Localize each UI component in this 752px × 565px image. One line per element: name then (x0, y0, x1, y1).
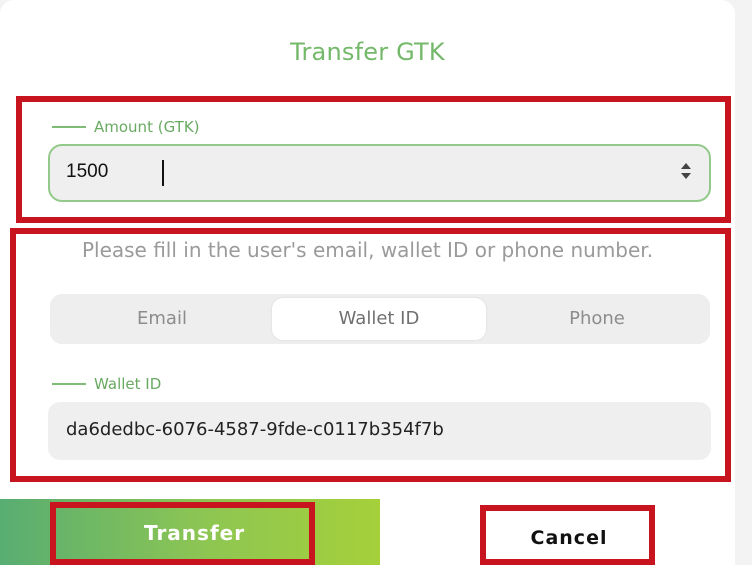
amount-label: Amount (GTK) (52, 118, 200, 136)
recipient-type-tabs: Email Wallet ID Phone (50, 294, 710, 344)
amount-label-text: Amount (GTK) (94, 118, 200, 136)
dialog-title: Transfer GTK (290, 38, 445, 66)
stepper-down-icon[interactable] (681, 173, 691, 179)
cancel-button[interactable]: Cancel (486, 510, 652, 565)
amount-field[interactable] (48, 144, 711, 202)
stepper-up-icon[interactable] (681, 163, 691, 169)
recipient-instruction: Please fill in the user's email, wallet … (81, 238, 654, 262)
wallet-id-field[interactable]: da6dedbc-6076-4587-9fde-c0117b354f7b (48, 402, 711, 460)
label-dash (52, 383, 86, 385)
transfer-dialog: Transfer GTK Amount (GTK) Please fill in… (0, 0, 735, 565)
tab-phone[interactable]: Phone (488, 298, 706, 340)
wallet-id-label-text: Wallet ID (94, 375, 162, 393)
number-stepper[interactable] (679, 161, 693, 187)
wallet-id-value[interactable]: da6dedbc-6076-4587-9fde-c0117b354f7b (66, 419, 444, 440)
tab-email[interactable]: Email (54, 298, 270, 340)
wallet-id-label: Wallet ID (52, 375, 161, 393)
transfer-button[interactable]: Transfer (0, 499, 380, 565)
text-caret (162, 160, 164, 186)
transfer-button-label: Transfer (144, 521, 246, 545)
tab-wallet-id[interactable]: Wallet ID (272, 298, 486, 340)
amount-input[interactable] (66, 161, 626, 183)
label-dash (52, 126, 86, 128)
